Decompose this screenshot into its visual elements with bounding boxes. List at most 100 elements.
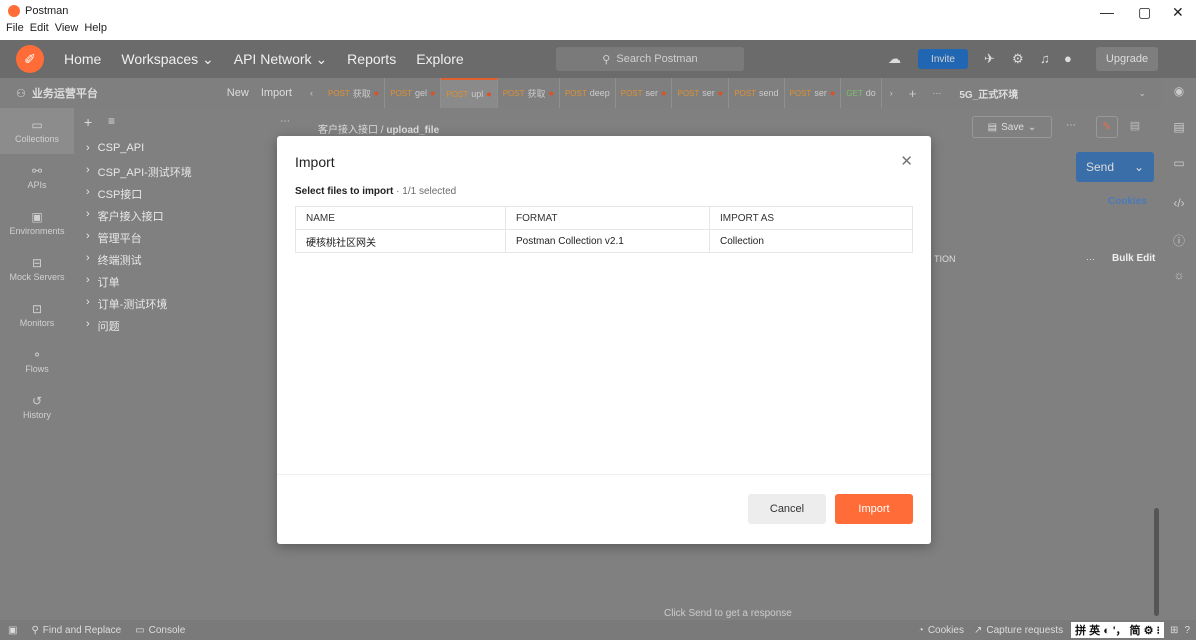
collection-item[interactable]: › 客户接入接口 [86, 208, 164, 224]
request-tab[interactable]: GET do [841, 78, 882, 108]
comments-icon[interactable]: ▭ [1162, 156, 1196, 170]
environment-selector[interactable]: 5G_正式环境 [959, 86, 1018, 101]
filter-icon[interactable]: ≡ [108, 114, 115, 128]
search-bar[interactable]: ⚲ Search Postman [556, 47, 744, 71]
breadcrumb-parent[interactable]: 客户接入接口 [318, 125, 378, 136]
request-tab[interactable]: POST ser ● [785, 78, 842, 108]
table-row[interactable]: 硬核桃社区网关 Postman Collection v2.1 Collecti… [295, 229, 913, 253]
nav-home[interactable]: Home [64, 51, 101, 67]
menu-help[interactable]: Help [84, 22, 107, 38]
environment-quicklook-icon[interactable]: ◉ [1162, 84, 1196, 98]
menu-edit[interactable]: Edit [30, 22, 49, 38]
sidebar-toggle-icon[interactable]: ▣ [8, 625, 17, 636]
apis-icon: ⚯ [31, 164, 43, 178]
edit-icon[interactable]: ✎ [1096, 116, 1118, 138]
request-tab[interactable]: POST gel ● [385, 78, 442, 108]
environment-dropdown-icon[interactable]: ⌄ [1138, 88, 1146, 99]
add-collection-icon[interactable]: + [84, 114, 92, 130]
lightbulb-icon[interactable]: ☼ [1162, 268, 1196, 282]
nav-api-network[interactable]: API Network ⌄ [234, 51, 327, 68]
nav-workspaces[interactable]: Workspaces ⌄ [121, 51, 213, 68]
sync-icon[interactable]: ☁ [888, 51, 901, 67]
invite-button[interactable]: Invite [918, 49, 968, 69]
bulk-edit-button[interactable]: Bulk Edit [1112, 253, 1155, 264]
layout-icon[interactable]: ⊞ [1170, 625, 1178, 636]
cancel-button[interactable]: Cancel [748, 494, 826, 524]
collection-item[interactable]: › 终端测试 [86, 252, 142, 268]
code-icon[interactable]: ‹/› [1162, 196, 1196, 210]
window-titlebar: Postman — ▢ ✕ [0, 0, 1196, 22]
rail-label: History [22, 410, 51, 420]
collection-item[interactable]: › 管理平台 [86, 230, 142, 246]
new-tab-icon[interactable]: + [901, 86, 925, 101]
rail-flows[interactable]: ⚬ Flows [0, 348, 74, 374]
documentation-icon[interactable]: ▤ [1124, 116, 1146, 138]
import-button[interactable]: Import [261, 87, 292, 99]
nav-reports[interactable]: Reports [347, 51, 396, 67]
tab-method: POST [789, 88, 812, 98]
settings-icon[interactable]: ⚙ [1012, 51, 1024, 67]
cookies-link[interactable]: Cookies [1108, 196, 1147, 207]
menu-view[interactable]: View [55, 22, 79, 38]
collection-name: CSP接口 [97, 189, 143, 201]
documentation-icon[interactable]: ▤ [1162, 120, 1196, 134]
save-icon: ▤ [987, 121, 998, 133]
request-more-icon[interactable]: ⋯ [1066, 120, 1076, 131]
find-replace-icon: ⚲ [31, 624, 39, 636]
new-button[interactable]: New [227, 87, 249, 99]
capture-requests[interactable]: Capture requests [986, 625, 1063, 636]
avatar[interactable]: ● [1064, 51, 1072, 66]
import-confirm-button[interactable]: Import [835, 494, 913, 524]
collection-name: 订单 [97, 277, 120, 289]
request-tabs: ‹ POST 获取 ● POST gel ● POST upl ● POST 获取 ● POST… [300, 78, 1162, 108]
request-tab[interactable]: POST 获取 ● [498, 78, 560, 108]
rail-collections[interactable]: ▭ Collections [0, 118, 74, 144]
minimize-button[interactable]: — [1100, 4, 1114, 20]
nav-explore[interactable]: Explore [416, 51, 463, 67]
sidebar-more-icon[interactable]: ⋯ [280, 116, 290, 127]
rail-apis[interactable]: ⚯ APIs [0, 164, 74, 190]
collection-item[interactable]: › CSP接口 [86, 186, 142, 202]
menu-file[interactable]: File [6, 22, 24, 38]
breadcrumb-separator: / [380, 125, 384, 136]
satellite-icon[interactable]: ✈ [984, 51, 995, 67]
collection-item[interactable]: › 订单-测试环境 [86, 296, 167, 312]
request-tab[interactable]: POST ser ● [672, 78, 730, 108]
send-button[interactable]: Send ⌄ [1076, 152, 1154, 182]
close-icon[interactable]: ✕ [900, 152, 913, 170]
collection-name: 客户接入接口 [97, 211, 164, 223]
rail-history[interactable]: ↺ History [0, 394, 74, 420]
collection-item[interactable]: › CSP_API [86, 142, 144, 154]
cell-import-as[interactable]: Collection [709, 229, 913, 253]
maximize-button[interactable]: ▢ [1138, 4, 1151, 21]
tabs-scroll-right-icon[interactable]: › [882, 88, 901, 98]
notifications-icon[interactable]: ♫ [1040, 51, 1050, 66]
postman-home-icon[interactable]: ✐ [16, 45, 44, 73]
request-tab[interactable]: POST deep [560, 78, 616, 108]
info-icon[interactable]: ⓘ [1162, 232, 1196, 249]
ime-toolbar[interactable]: 拼 英 ◐ '， 简 ⚙ ⁝ [1071, 622, 1165, 638]
scrollbar[interactable] [1154, 508, 1159, 616]
collection-item[interactable]: › 订单 [86, 274, 120, 290]
tabs-more-icon[interactable]: ⋯ [924, 88, 949, 99]
find-replace-button[interactable]: Find and Replace [43, 625, 121, 636]
rail-mock-servers[interactable]: ⊟ Mock Servers [0, 256, 74, 282]
request-tab[interactable]: POST 获取 ● [323, 78, 386, 108]
help-icon[interactable]: ? [1184, 625, 1190, 636]
workspace-name[interactable]: 业务运营平台 [32, 85, 98, 101]
save-button[interactable]: ▤ Save ⌄ [972, 116, 1052, 138]
console-button[interactable]: Console [149, 625, 186, 636]
close-window-button[interactable]: ✕ [1172, 4, 1184, 21]
response-hint: Click Send to get a response [664, 608, 792, 619]
statusbar-cookies[interactable]: Cookies [928, 625, 964, 636]
collection-item[interactable]: › CSP_API-测试环境 [86, 164, 192, 180]
upgrade-button[interactable]: Upgrade [1096, 47, 1158, 71]
tabs-scroll-left-icon[interactable]: ‹ [300, 88, 323, 98]
request-tab-active[interactable]: POST upl ● [441, 78, 498, 108]
rail-monitors[interactable]: ⊡ Monitors [0, 302, 74, 328]
request-tab[interactable]: POST send [729, 78, 785, 108]
request-tab[interactable]: POST ser ● [616, 78, 673, 108]
collection-item[interactable]: › 问题 [86, 318, 120, 334]
rail-environments[interactable]: ▣ Environments [0, 210, 74, 236]
params-more-icon[interactable]: ⋯ [1086, 254, 1095, 265]
